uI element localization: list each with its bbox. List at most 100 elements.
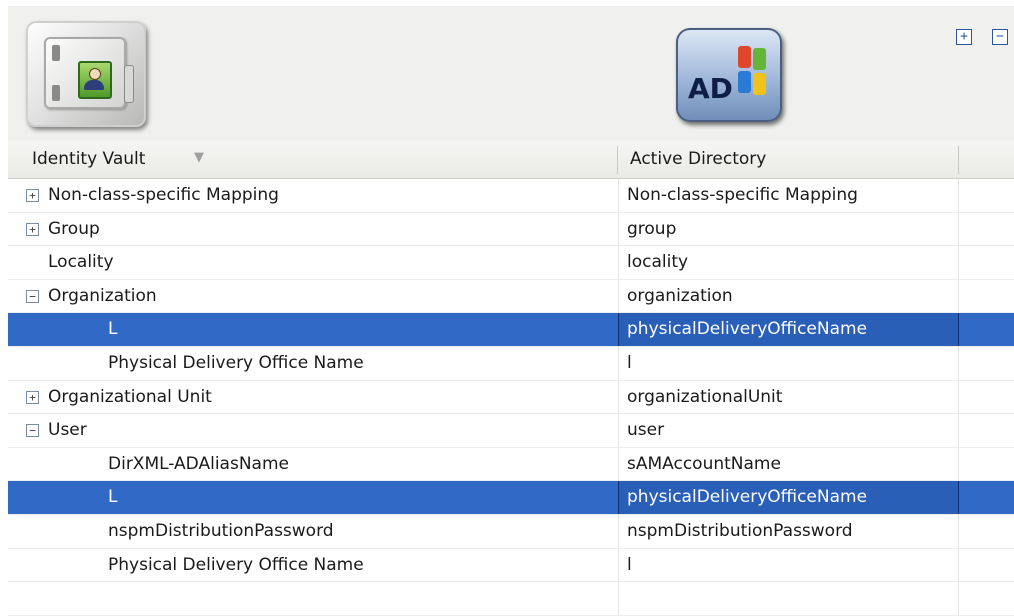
mapping-table: Identity Vault ▼ Active Directory + Non-c… [8,141,1014,616]
cell-identity-vault[interactable]: − User [8,414,617,447]
cell-identity-vault[interactable]: DirXML-ADAliasName [8,448,617,481]
cell-identity-vault[interactable]: + Group [8,213,617,246]
column-header-active-directory[interactable]: Active Directory [630,149,766,169]
cell-identity-vault[interactable]: Physical Delivery Office Name [8,347,617,380]
row-label-identity-vault: Non-class-specific Mapping [48,185,279,205]
cell-active-directory[interactable]: physicalDeliveryOfficeName [618,313,959,346]
row-label-identity-vault: L [108,319,118,340]
row-label-identity-vault: Physical Delivery Office Name [108,352,364,373]
table-body: + Non-class-specific Mapping Non-class-spe… [8,179,1014,616]
cell-active-directory[interactable]: user [618,414,959,447]
collapse-all-button[interactable]: − [992,29,1008,45]
sort-indicator-icon: ▼ [194,150,204,165]
user-head [89,68,101,80]
table-row[interactable] [8,582,1014,616]
collapse-toggle-icon[interactable]: − [26,289,39,303]
cell-identity-vault[interactable]: + Organizational Unit [8,381,617,414]
cell-extra [958,548,1014,582]
row-label-identity-vault: Locality [48,252,114,273]
user-badge-icon [78,61,112,99]
cell-active-directory[interactable]: Non-class-specific Mapping [618,179,959,212]
row-label-active-directory: user [627,420,665,441]
row-label-active-directory: locality [627,252,689,273]
row-label-active-directory: organizationalUnit [627,386,783,407]
cell-identity-vault[interactable]: − Organization [8,280,617,313]
expand-toggle-icon[interactable]: + [26,222,39,236]
cell-extra [958,514,1014,548]
cell-active-directory[interactable]: organization [618,279,959,313]
row-label-active-directory: nspmDistributionPassword [627,520,853,541]
cell-active-directory[interactable]: nspmDistributionPassword [618,514,959,548]
table-row[interactable]: nspmDistributionPassword nspmDistribution… [8,514,1014,549]
row-label-active-directory: sAMAccountName [627,453,781,474]
identity-vault-icon [26,21,146,127]
table-row[interactable]: LphysicalDeliveryOfficeName [8,481,1014,515]
row-label-identity-vault: User [48,420,87,441]
row-label-identity-vault: L [108,487,118,508]
column-divider[interactable] [617,146,618,174]
cell-extra [958,582,1014,615]
row-label-active-directory: l [627,352,632,373]
row-label-active-directory: Non-class-specific Mapping [627,185,858,205]
cell-extra [958,414,1014,447]
row-label-active-directory: organization [627,285,733,306]
cell-active-directory[interactable]: locality [618,246,959,279]
expand-all-button[interactable]: + [956,29,972,45]
vault-hinge [52,45,60,61]
collapse-toggle-icon[interactable]: − [26,424,39,438]
row-label-active-directory: physicalDeliveryOfficeName [627,319,868,340]
table-row[interactable]: Locality locality [8,246,1014,280]
row-label-identity-vault: Physical Delivery Office Name [108,554,364,575]
vault-handle [124,65,134,103]
cell-identity-vault[interactable]: + Non-class-specific Mapping [8,179,617,212]
vault-hinge [52,85,60,101]
cell-extra [958,313,1014,346]
vault-door [44,37,134,109]
cell-active-directory[interactable]: physicalDeliveryOfficeName [618,481,959,514]
cell-identity-vault[interactable]: Locality [8,246,617,279]
cell-active-directory[interactable]: sAMAccountName [618,447,959,481]
cell-active-directory[interactable]: l [618,548,959,582]
row-label-active-directory: group [627,218,677,239]
row-label-active-directory: l [627,554,632,575]
expand-toggle-icon[interactable]: + [26,189,39,202]
active-directory-icon: AD [676,28,782,122]
cell-extra [958,346,1014,380]
column-header-identity-vault[interactable]: Identity Vault [32,149,145,169]
row-label-identity-vault: Group [48,218,100,239]
cell-extra [958,380,1014,414]
table-row[interactable]: − User user [8,414,1014,448]
row-label-identity-vault: nspmDistributionPassword [108,520,334,541]
table-header: Identity Vault ▼ Active Directory [8,141,1014,179]
table-row[interactable]: + Non-class-specific Mapping Non-class-spe… [8,179,1014,213]
cell-active-directory[interactable]: group [618,212,959,246]
cell-active-directory[interactable]: organizationalUnit [618,380,959,414]
cell-extra [958,212,1014,246]
row-label-identity-vault: Organizational Unit [48,386,212,407]
table-row[interactable]: Physical Delivery Office Name l [8,548,1014,583]
cell-identity-vault[interactable]: L [8,313,617,346]
table-row[interactable]: DirXML-ADAliasName sAMAccountName [8,447,1014,482]
table-row[interactable]: LphysicalDeliveryOfficeName [8,313,1014,347]
cell-extra [958,279,1014,313]
row-label-active-directory: physicalDeliveryOfficeName [627,487,868,508]
table-row[interactable]: + Organizational Unit organizationalUnit [8,380,1014,415]
cell-active-directory[interactable]: l [618,346,959,380]
cell-active-directory[interactable] [618,582,959,615]
cell-extra [958,447,1014,481]
cell-extra [958,246,1014,279]
row-label-identity-vault: Organization [48,285,157,306]
column-divider[interactable] [958,146,959,174]
cell-identity-vault[interactable]: L [8,481,617,514]
cell-identity-vault[interactable]: nspmDistributionPassword [8,515,617,548]
cell-identity-vault[interactable]: Physical Delivery Office Name [8,549,617,582]
row-label-identity-vault: DirXML-ADAliasName [108,453,289,474]
table-row[interactable]: Physical Delivery Office Name l [8,346,1014,381]
table-row[interactable]: + Group group [8,212,1014,247]
cell-extra [958,179,1014,212]
cell-extra [958,481,1014,514]
table-row[interactable]: − Organization organization [8,279,1014,314]
user-torso [84,80,104,90]
cell-identity-vault[interactable] [8,582,617,615]
expand-toggle-icon[interactable]: + [26,390,39,404]
